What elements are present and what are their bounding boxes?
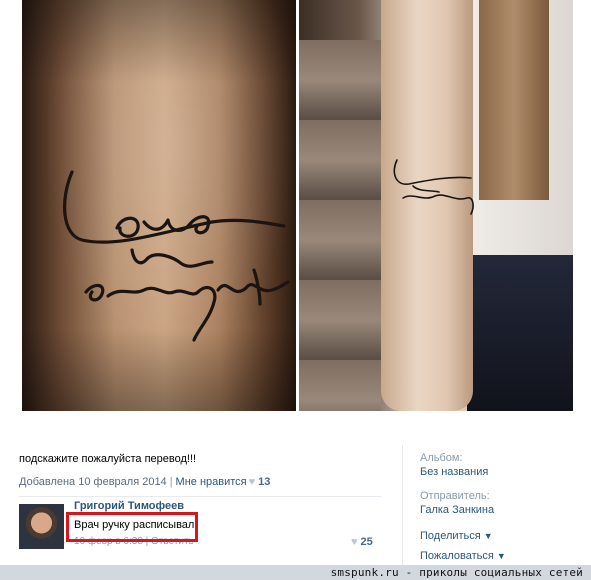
comment-like-count: 25	[360, 536, 373, 548]
photo-info-panel: подскажите пожалуйста перевод!!! Добавле…	[0, 420, 591, 565]
report-button[interactable]: Пожаловаться ▼	[420, 550, 506, 562]
like-button[interactable]: Мне нравится	[176, 476, 247, 488]
comment-author[interactable]: Григорий Тимофеев	[74, 500, 184, 512]
watermark-text: smspunk.ru - приколы социальных сетей	[330, 566, 583, 579]
photo-tattoo-arm[interactable]	[299, 0, 573, 411]
album-link[interactable]: Без названия	[420, 466, 488, 478]
photo-tattoo-closeup[interactable]	[22, 0, 296, 411]
chevron-down-icon: ▼	[496, 551, 506, 561]
tattoo-script-image	[62, 170, 290, 342]
post-date: Добавлена 10 февраля 2014	[19, 476, 167, 488]
like-count: 13	[258, 476, 271, 488]
share-button[interactable]: Поделиться ▼	[420, 530, 493, 542]
heart-icon[interactable]: ♥	[249, 476, 256, 488]
post-caption: подскажите пожалуйста перевод!!!	[19, 453, 197, 465]
sidebar-divider	[402, 445, 403, 565]
album-label: Альбом:	[420, 452, 463, 464]
highlight-frame	[66, 512, 198, 542]
sender-label: Отправитель:	[420, 490, 490, 502]
report-label: Пожаловаться	[420, 550, 494, 562]
sender-link[interactable]: Галка Занкина	[420, 504, 494, 516]
comments-divider	[19, 496, 381, 497]
watermark-bar: smspunk.ru - приколы социальных сетей	[0, 565, 591, 580]
sender-info: Отправитель: Галка Занкина	[420, 490, 494, 516]
post-meta: Добавлена 10 февраля 2014 | Мне нравится ♥ 1…	[19, 476, 270, 488]
tattoo-small-image	[393, 159, 474, 215]
chevron-down-icon: ▼	[483, 531, 493, 541]
meta-separator: |	[169, 476, 173, 488]
share-label: Поделиться	[420, 530, 481, 542]
heart-icon: ♥	[351, 536, 358, 548]
album-info: Альбом: Без названия	[420, 452, 488, 478]
comment-like-button[interactable]: ♥ 25	[351, 536, 373, 548]
avatar[interactable]	[19, 504, 64, 549]
